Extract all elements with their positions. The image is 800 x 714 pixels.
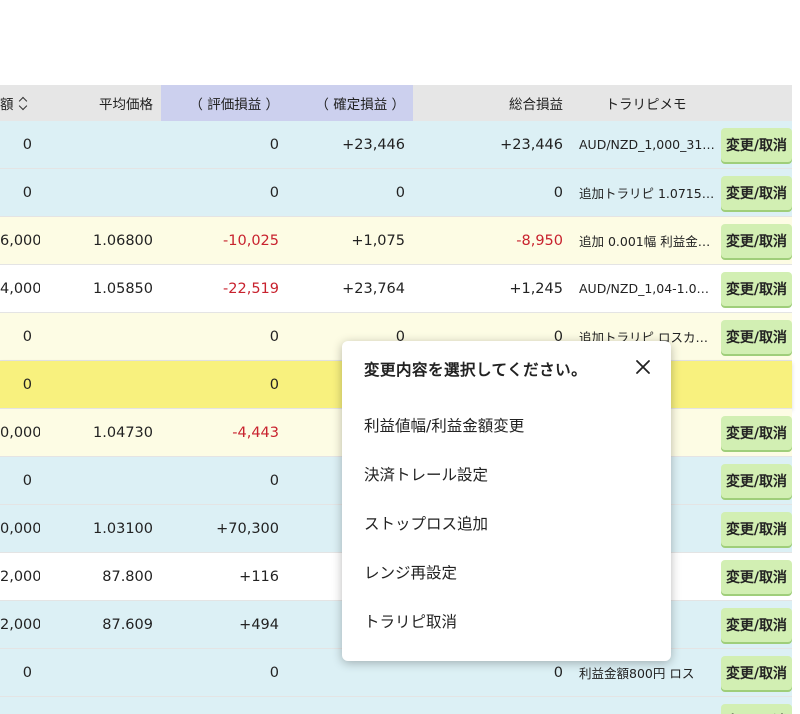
cell-action: 変更/取消 <box>721 607 792 642</box>
cell-action: 変更/取消 <box>721 175 792 210</box>
cell-amount: 0,000 <box>0 424 40 441</box>
cell-amount: 0 <box>22 184 32 201</box>
modal-title: 変更内容を選択してください。 <box>364 361 588 379</box>
cell-total-pl: +23,446 <box>500 136 563 153</box>
table-row: 0000追加トラリピ83.8～…変更/取消 <box>0 697 792 714</box>
cell-eval-pl: +494 <box>239 616 279 633</box>
header-eval-pl: （ 評価損益 ） <box>161 85 287 121</box>
cell-amount: 0,000 <box>0 520 40 537</box>
cell-action: 変更/取消 <box>721 559 792 594</box>
change-cancel-button[interactable]: 変更/取消 <box>721 655 792 690</box>
menu-item-cancel-trap[interactable]: トラリピ取消 <box>364 607 524 656</box>
cell-action: 変更/取消 <box>721 127 792 162</box>
cell-action: 変更/取消 <box>721 223 792 258</box>
change-cancel-button[interactable]: 変更/取消 <box>721 559 792 594</box>
cell-memo: AUD/NZD_1,000_31… <box>579 137 715 152</box>
change-cancel-button[interactable]: 変更/取消 <box>721 607 792 642</box>
cell-memo: 追加トラリピ 1.0715… <box>579 186 715 201</box>
cell-total-pl: -8,950 <box>516 232 563 249</box>
change-cancel-button[interactable]: 変更/取消 <box>721 223 792 258</box>
header-amount[interactable]: 額 <box>0 85 40 121</box>
cell-avg-price: 1.04730 <box>93 424 153 441</box>
cell-amount: 0 <box>22 376 32 393</box>
change-cancel-button[interactable]: 変更/取消 <box>721 271 792 306</box>
cell-total-pl: 0 <box>553 184 563 201</box>
cell-eval-pl: -22,519 <box>223 280 279 297</box>
cell-total-pl: +1,245 <box>509 280 563 297</box>
cell-fixed-pl: +23,764 <box>342 280 405 297</box>
cell-amount: 4,000 <box>0 280 40 297</box>
cell-action: 変更/取消 <box>721 703 792 714</box>
cell-action: 変更/取消 <box>721 463 792 498</box>
cell-amount: 0 <box>22 136 32 153</box>
header-total-pl: 総合損益 <box>509 97 563 113</box>
change-menu-modal: 変更内容を選択してください。 利益値幅/利益金額変更 決済トレール設定 ストップ… <box>342 341 671 661</box>
cell-action: 変更/取消 <box>721 655 792 690</box>
table-row: 0 0 0 0 追加トラリピ 1.0715… 変更/取消 <box>0 169 792 217</box>
header-action <box>721 85 792 121</box>
cell-eval-pl: -4,443 <box>232 424 279 441</box>
table-row: 6,000 1.06800 -10,025 +1,075 -8,950 追加 0.001幅… <box>0 217 792 265</box>
cell-eval-pl: -10,025 <box>223 232 279 249</box>
cell-amount: 2,000 <box>0 568 40 585</box>
cell-eval-pl: 0 <box>269 472 279 489</box>
cell-amount: 6,000 <box>0 232 40 249</box>
cell-avg-price: 1.06800 <box>93 232 153 249</box>
cell-eval-pl: +116 <box>239 568 279 585</box>
header-memo: トラリピメモ <box>605 97 687 113</box>
menu-item-profit-change[interactable]: 利益値幅/利益金額変更 <box>364 411 524 460</box>
cell-action: 変更/取消 <box>721 271 792 306</box>
cell-eval-pl: 0 <box>269 136 279 153</box>
cell-amount: 0 <box>22 328 32 345</box>
close-icon[interactable] <box>635 359 651 375</box>
header-avg-price: 平均価格 <box>99 97 153 113</box>
cell-fixed-pl: +1,075 <box>351 232 405 249</box>
cell-avg-price: 1.03100 <box>93 520 153 537</box>
header-amount-label: 額 <box>0 97 14 113</box>
cell-eval-pl: +70,300 <box>216 520 279 537</box>
cell-eval-pl: 0 <box>269 664 279 681</box>
table-row: 0 0 +23,446 +23,446 AUD/NZD_1,000_31… 変更/取消 <box>0 121 792 169</box>
cell-memo: 利益金額800円 ロス <box>579 666 695 681</box>
change-cancel-button[interactable]: 変更/取消 <box>721 175 792 210</box>
cell-eval-pl: 0 <box>269 184 279 201</box>
change-cancel-button[interactable]: 変更/取消 <box>721 463 792 498</box>
cell-eval-pl: 0 <box>269 328 279 345</box>
modal-menu: 利益値幅/利益金額変更 決済トレール設定 ストップロス追加 レンジ再設定 トラリ… <box>364 411 524 656</box>
cell-amount: 0 <box>22 664 32 681</box>
cell-fixed-pl: 0 <box>395 184 405 201</box>
table-header: 額 平均価格 （ 評価損益 ） （ 確定損益 ） 総合損益 トラリピメモ <box>0 85 792 121</box>
menu-item-trail-setting[interactable]: 決済トレール設定 <box>364 460 524 509</box>
menu-item-range-reset[interactable]: レンジ再設定 <box>364 558 524 607</box>
change-cancel-button[interactable]: 変更/取消 <box>721 319 792 354</box>
cell-action: 変更/取消 <box>721 511 792 546</box>
cell-total-pl: 0 <box>553 664 563 681</box>
cell-action: 変更/取消 <box>721 319 792 354</box>
cell-amount: 2,000 <box>0 616 40 633</box>
cell-avg-price: 87.609 <box>102 616 153 633</box>
header-fixed-pl: （ 確定損益 ） <box>287 85 413 121</box>
cell-avg-price: 87.800 <box>102 568 153 585</box>
sort-icon[interactable] <box>19 97 28 110</box>
cell-action: 変更/取消 <box>721 415 792 450</box>
cell-fixed-pl: +23,446 <box>342 136 405 153</box>
change-cancel-button[interactable]: 変更/取消 <box>721 703 792 714</box>
cell-amount: 0 <box>22 472 32 489</box>
cell-memo: 追加 0.001幅 利益金… <box>579 234 711 249</box>
cell-avg-price: 1.05850 <box>93 280 153 297</box>
cell-eval-pl: 0 <box>269 376 279 393</box>
change-cancel-button[interactable]: 変更/取消 <box>721 511 792 546</box>
cell-memo: AUD/NZD_1,04-1.0… <box>579 281 710 296</box>
change-cancel-button[interactable]: 変更/取消 <box>721 127 792 162</box>
change-cancel-button[interactable]: 変更/取消 <box>721 415 792 450</box>
menu-item-stoploss-add[interactable]: ストップロス追加 <box>364 509 524 558</box>
table-row: 4,000 1.05850 -22,519 +23,764 +1,245 AUD/NZD_… <box>0 265 792 313</box>
